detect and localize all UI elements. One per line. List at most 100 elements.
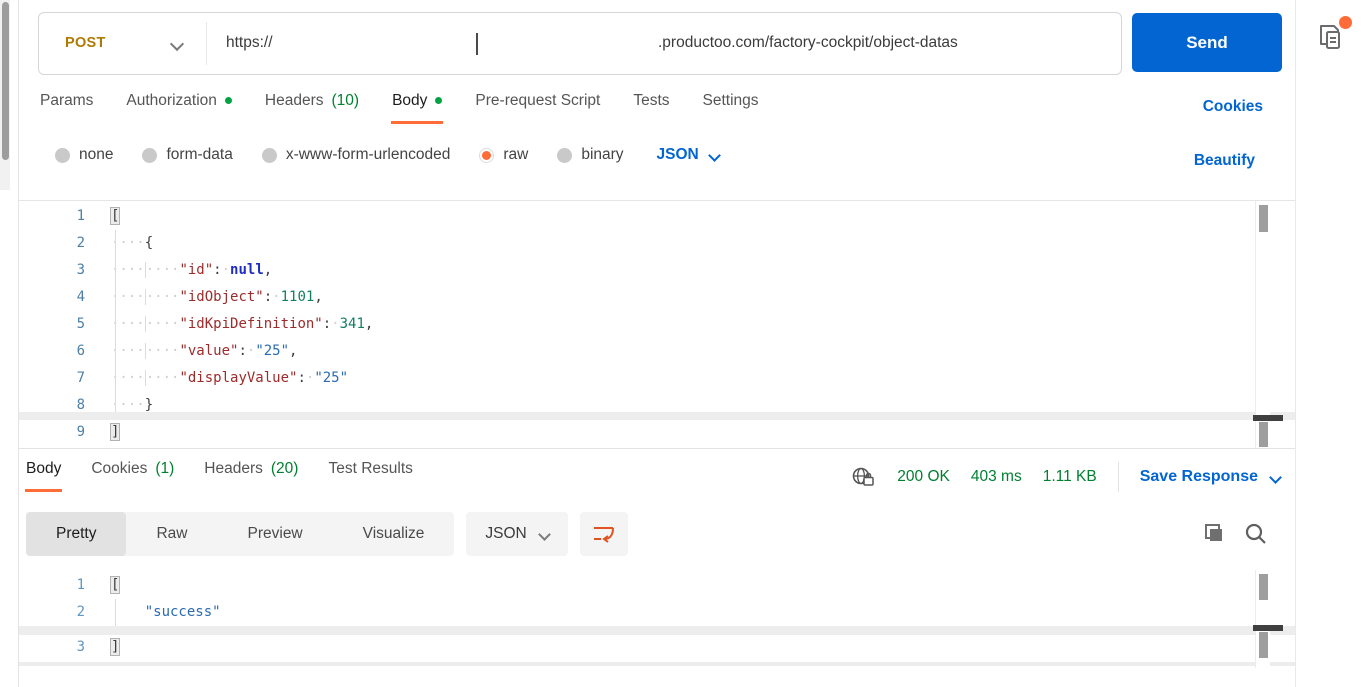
cookies-link[interactable]: Cookies <box>1203 98 1263 116</box>
radio-label: raw <box>503 146 528 164</box>
response-toolbar: Pretty Raw Preview Visualize JSON <box>26 512 628 556</box>
method-separator <box>206 22 207 65</box>
chevron-down-icon <box>708 149 721 162</box>
save-response-button[interactable]: Save Response <box>1140 468 1280 486</box>
language-select[interactable]: JSON <box>657 146 719 164</box>
code-line[interactable]: 7········"displayValue":·"25" <box>19 365 1295 392</box>
green-dot-icon <box>435 97 442 104</box>
radio-none[interactable]: none <box>55 146 113 164</box>
horizontal-scrollbar[interactable] <box>19 662 1295 666</box>
response-time[interactable]: 403 ms <box>971 468 1022 486</box>
response-tab-body[interactable]: Body <box>26 460 61 492</box>
tab-body[interactable]: Body <box>392 92 442 124</box>
response-language-select[interactable]: JSON <box>466 512 567 556</box>
line-number: 1 <box>19 572 111 599</box>
tab-settings[interactable]: Settings <box>703 92 759 124</box>
request-url-bar: POST https:// .productoo.com/factory-coc… <box>38 12 1122 75</box>
response-body-editor[interactable]: 1[2 "success" 3] <box>19 570 1295 670</box>
chevron-down-icon <box>538 528 551 541</box>
line-number: 2 <box>19 599 111 626</box>
notification-dot <box>1339 16 1352 29</box>
code-line[interactable]: 5········"idKpiDefinition":·341, <box>19 311 1295 338</box>
radio-x-www-form-urlencoded[interactable]: x-www-form-urlencoded <box>262 146 451 164</box>
chevron-down-icon <box>1269 471 1282 484</box>
url-input[interactable]: https:// .productoo.com/factory-cockpit/… <box>226 13 1113 74</box>
tab-headers[interactable]: Headers(10) <box>265 92 359 124</box>
radio-icon <box>55 148 70 163</box>
method-selector[interactable]: POST <box>39 13 206 74</box>
headers-count: (20) <box>271 460 299 478</box>
tab-authorization[interactable]: Authorization <box>126 92 231 124</box>
status-code[interactable]: 200 OK <box>897 468 950 486</box>
code-text: [ <box>111 572 119 599</box>
tab-label: Authorization <box>126 92 216 110</box>
headers-count: (10) <box>331 92 359 110</box>
radio-icon <box>262 148 277 163</box>
tab-label: Body <box>26 460 61 478</box>
horizontal-scrollbar[interactable] <box>19 626 1295 635</box>
request-body-editor[interactable]: 1[2····{3········"id":·null,4········"id… <box>19 200 1295 448</box>
search-icon[interactable] <box>1244 522 1267 545</box>
section-divider <box>19 448 1295 449</box>
line-number: 4 <box>19 284 111 311</box>
code-line[interactable]: 2 "success" <box>19 599 1295 626</box>
left-panel-scrollbar[interactable] <box>0 0 10 190</box>
line-number: 5 <box>19 311 111 338</box>
save-response-label: Save Response <box>1140 468 1258 486</box>
response-tab-test-results[interactable]: Test Results <box>328 460 412 492</box>
response-tab-cookies[interactable]: Cookies (1) <box>91 460 174 492</box>
horizontal-scrollbar[interactable] <box>19 412 1295 420</box>
radio-form-data[interactable]: form-data <box>142 146 232 164</box>
network-globe-icon[interactable] <box>851 466 876 488</box>
view-preview[interactable]: Preview <box>218 512 333 556</box>
code-line[interactable]: 4········"idObject":·1101, <box>19 284 1295 311</box>
radio-raw[interactable]: raw <box>479 146 528 164</box>
vertical-scrollbar-thumb[interactable] <box>1259 205 1268 232</box>
vertical-scrollbar-thumb[interactable] <box>1259 632 1268 658</box>
code-line[interactable]: 3] <box>19 634 1295 661</box>
scrollbar-thumb[interactable] <box>2 2 9 160</box>
request-tabs: Params Authorization Headers(10) Body Pr… <box>40 92 759 124</box>
line-number: 2 <box>19 230 111 257</box>
view-raw[interactable]: Raw <box>126 512 217 556</box>
code-line[interactable]: 6········"value":·"25", <box>19 338 1295 365</box>
language-label: JSON <box>657 146 699 164</box>
tab-label: Pre-request Script <box>475 92 600 110</box>
line-number: 7 <box>19 365 111 392</box>
radio-binary[interactable]: binary <box>557 146 623 164</box>
tab-tests[interactable]: Tests <box>633 92 669 124</box>
wrap-lines-button[interactable] <box>580 512 628 556</box>
radio-label: none <box>79 146 113 164</box>
response-tab-headers[interactable]: Headers(20) <box>204 460 298 492</box>
vertical-scrollbar-thumb[interactable] <box>1259 574 1268 600</box>
line-number: 6 <box>19 338 111 365</box>
vertical-scrollbar-track[interactable] <box>1255 201 1270 448</box>
language-label: JSON <box>485 525 526 543</box>
documentation-icon[interactable] <box>1314 18 1354 58</box>
tab-label: Test Results <box>328 460 412 478</box>
response-size[interactable]: 1.11 KB <box>1043 468 1097 486</box>
code-line[interactable]: 1[ <box>19 203 1295 230</box>
send-button[interactable]: Send <box>1132 13 1282 72</box>
tab-params[interactable]: Params <box>40 92 93 124</box>
view-pretty[interactable]: Pretty <box>26 512 126 556</box>
code-text: "success" <box>111 599 221 626</box>
view-visualize[interactable]: Visualize <box>333 512 455 556</box>
radio-label: binary <box>581 146 623 164</box>
vertical-scrollbar-thumb[interactable] <box>1259 422 1268 447</box>
code-line[interactable]: 2····{ <box>19 230 1295 257</box>
tab-label: Tests <box>633 92 669 110</box>
copy-icon[interactable] <box>1202 522 1225 545</box>
code-text: ] <box>111 419 119 446</box>
tab-label: Cookies <box>91 460 147 478</box>
line-number: 3 <box>19 634 111 661</box>
code-line[interactable]: 3········"id":·null, <box>19 257 1295 284</box>
code-line[interactable]: 9] <box>19 419 1295 446</box>
postman-request-view: POST https:// .productoo.com/factory-coc… <box>0 0 1364 687</box>
code-text: ········"idKpiDefinition":·341, <box>111 311 373 338</box>
beautify-link[interactable]: Beautify <box>1194 152 1255 170</box>
tab-pre-request-script[interactable]: Pre-request Script <box>475 92 600 124</box>
line-number: 9 <box>19 419 111 446</box>
cookies-count: (1) <box>155 460 174 478</box>
code-line[interactable]: 1[ <box>19 572 1295 599</box>
